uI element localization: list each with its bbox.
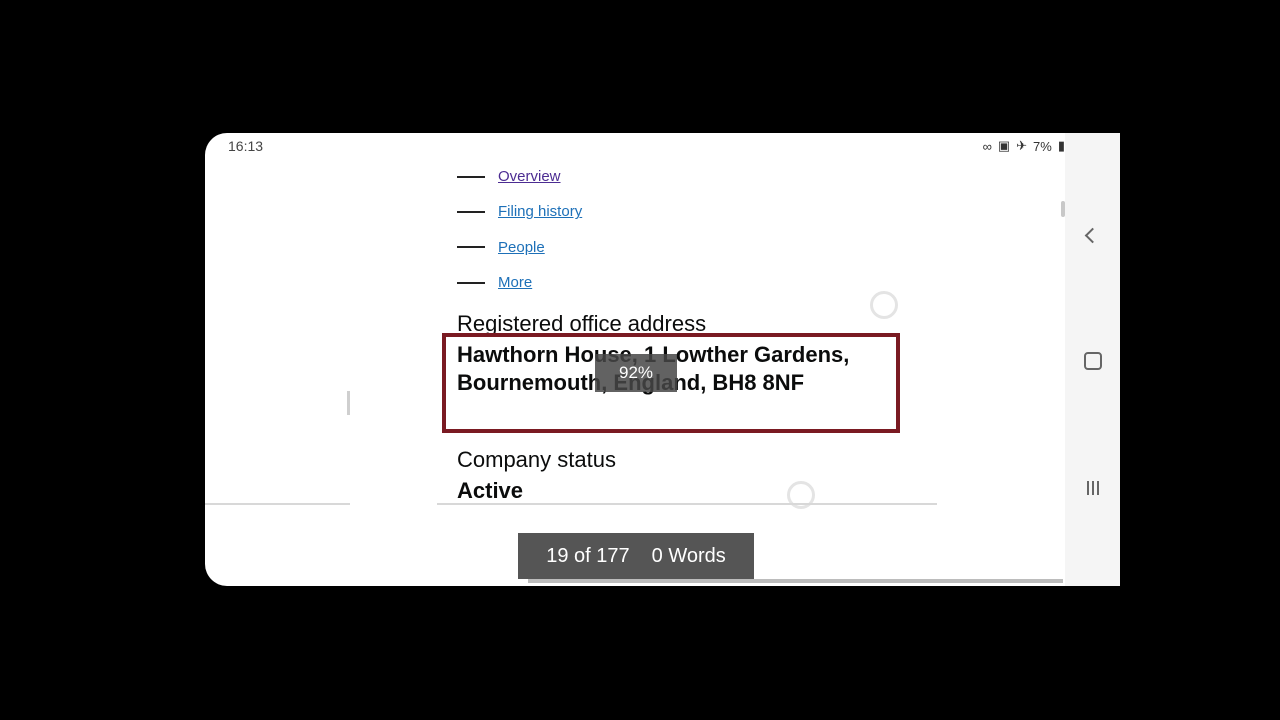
nav-item-overview: Overview [457,159,582,194]
phone-screen: 16:13 ∞ ▣ ✈ 7% ▮ Overview Filing history… [205,133,1120,586]
nav-item-filing-history: Filing history [457,194,582,229]
nav-dash [457,210,485,213]
word-count: 0 Words [651,544,726,567]
divider [205,503,350,505]
recent-apps-icon [1086,481,1099,495]
home-button[interactable] [1065,341,1120,381]
zoom-indicator: 92% [595,354,677,392]
more-link[interactable]: More [498,274,532,291]
find-in-page-bar: 19 of 177 0 Words [518,533,754,579]
company-nav: Overview Filing history People More [457,159,582,300]
recent-apps-button[interactable] [1065,468,1120,508]
drag-handle[interactable] [347,391,350,415]
match-counter: 19 of 177 [546,544,630,567]
nav-item-people: People [457,230,582,265]
loading-spinner-ghost [870,291,898,319]
divider [437,503,937,505]
battery-percent: 7% [1033,138,1052,154]
system-nav-bar [1065,133,1120,586]
company-status-label: Company status [457,447,616,472]
status-icons: ∞ ▣ ✈ 7% ▮ [983,138,1065,154]
filing-history-link[interactable]: Filing history [498,203,582,220]
nav-dash [457,175,485,178]
back-icon [1084,227,1101,243]
nav-dash [457,246,485,249]
link-icon: ∞ [982,138,992,154]
registered-office-address: Hawthorn House, 1 Lowther Gardens, Bourn… [457,342,850,395]
overview-link[interactable]: Overview [498,168,561,185]
web-content: 16:13 ∞ ▣ ✈ 7% ▮ Overview Filing history… [205,133,1065,586]
status-bar: 16:13 ∞ ▣ ✈ 7% ▮ [205,133,1065,159]
status-time: 16:13 [228,138,264,154]
people-link[interactable]: People [498,239,545,256]
bottom-scroll-track [528,579,1063,583]
company-status-value: Active [457,478,524,503]
home-icon [1083,352,1102,370]
battery-icon: ▮ [1057,138,1065,153]
nav-dash [457,281,485,284]
nav-item-more: More [457,265,582,300]
airplane-icon: ✈ [1016,138,1028,153]
back-button[interactable] [1065,215,1120,255]
sim-icon: ▣ [997,138,1011,153]
